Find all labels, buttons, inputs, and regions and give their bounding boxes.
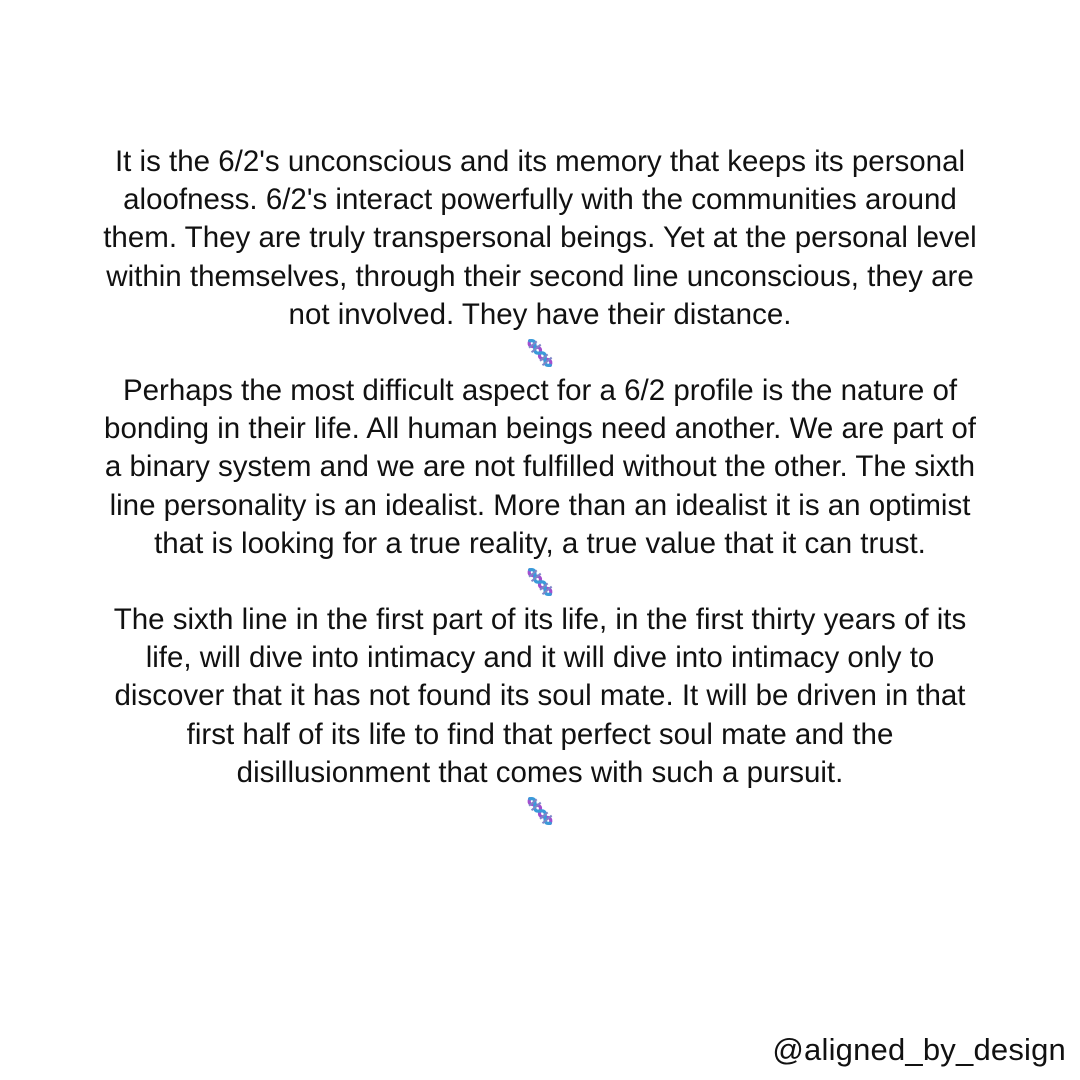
divider-2	[100, 563, 980, 601]
post-body: It is the 6/2's unconscious and its memo…	[100, 143, 980, 830]
divider-3	[100, 792, 980, 830]
account-handle: @aligned_by_design	[772, 1032, 1066, 1067]
paragraph-2: Perhaps the most difficult aspect for a …	[104, 374, 976, 560]
paragraph-1: It is the 6/2's unconscious and its memo…	[103, 145, 977, 331]
dna-icon	[527, 568, 553, 596]
paragraph-3: The sixth line in the first part of its …	[113, 603, 967, 789]
dna-icon	[527, 339, 553, 367]
dna-icon	[527, 797, 553, 825]
divider-1	[100, 334, 980, 372]
